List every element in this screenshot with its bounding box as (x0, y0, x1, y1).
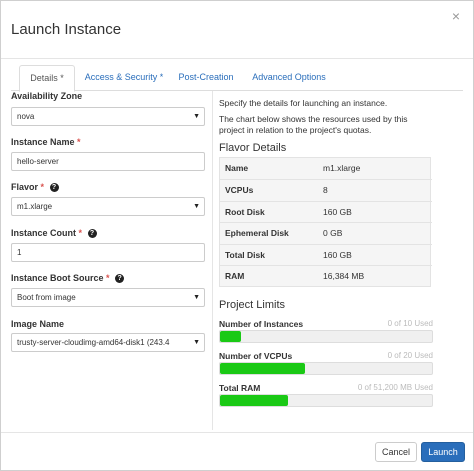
progress-bar (219, 330, 433, 343)
limit-label: Total RAM (219, 383, 261, 393)
boot-source-value: Boot from image (17, 293, 76, 302)
modal-title: Launch Instance (11, 21, 122, 38)
tab-details[interactable]: Details * (19, 65, 75, 92)
launch-instance-modal: Launch Instance × Details * Access & Sec… (0, 0, 474, 471)
progress-bar (219, 362, 433, 375)
image-name-value: trusty-server-cloudimg-amd64-disk1 (243.… (17, 338, 170, 347)
instance-count-label-text: Instance Count (11, 228, 77, 238)
boot-source-select[interactable]: Boot from image ▼ (11, 288, 205, 307)
flavor-value: 160 GB (323, 250, 352, 260)
tab-advanced-options[interactable]: Advanced Options (245, 65, 333, 91)
limit-ram: Total RAM 0 of 51,200 MB Used (219, 383, 433, 413)
flavor-value: 16,384 MB (323, 271, 365, 281)
limit-instances: Number of Instances 0 of 10 Used (219, 319, 433, 349)
flavor-label-text: Flavor (11, 182, 39, 192)
flavor-details-title: Flavor Details (219, 142, 287, 154)
instance-count-input[interactable]: 1 (11, 243, 205, 262)
limit-vcpus: Number of VCPUs 0 of 20 Used (219, 351, 433, 381)
tab-post-creation[interactable]: Post-Creation (173, 65, 239, 91)
flavor-value: 0 GB (323, 228, 343, 238)
progress-bar (219, 394, 433, 407)
project-limits-title: Project Limits (219, 299, 286, 311)
required-marker: * (106, 273, 110, 283)
required-marker: * (78, 228, 83, 238)
instance-name-label: Instance Name * (11, 137, 81, 147)
chevron-down-icon: ▼ (193, 203, 200, 210)
flavor-details-table: Name m1.xlarge VCPUs 8 Root Disk 160 GB … (219, 157, 432, 287)
table-row: VCPUs 8 (220, 179, 432, 200)
boot-source-label-text: Instance Boot Source (11, 273, 104, 283)
required-marker: * (77, 137, 81, 147)
instance-name-label-text: Instance Name (11, 137, 75, 147)
image-name-select[interactable]: trusty-server-cloudimg-amd64-disk1 (243.… (11, 333, 205, 352)
availability-zone-label: Availability Zone (11, 91, 83, 101)
boot-source-label: Instance Boot Source * ? (11, 273, 125, 284)
table-row: Name m1.xlarge (220, 158, 432, 179)
cancel-button[interactable]: Cancel (375, 442, 417, 462)
flavor-label: Flavor * ? (11, 182, 59, 193)
intro-text: Specify the details for launching an ins… (219, 98, 388, 108)
instance-name-input[interactable]: hello-server (11, 152, 205, 171)
limit-label: Number of Instances (219, 319, 304, 329)
flavor-key: Root Disk (225, 207, 265, 217)
progress-bar-fill (220, 363, 305, 374)
flavor-value: m1.xlarge (323, 163, 361, 173)
limit-used-text: 0 of 51,200 MB Used (357, 383, 433, 392)
help-icon[interactable]: ? (49, 183, 59, 193)
flavor-key: Name (225, 163, 249, 173)
flavor-key: RAM (225, 271, 245, 281)
chevron-down-icon: ▼ (193, 339, 200, 346)
flavor-value: 160 GB (323, 207, 352, 217)
limit-used-text: 0 of 20 Used (387, 351, 433, 360)
tab-access-security[interactable]: Access & Security * (79, 65, 169, 91)
progress-bar-fill (220, 395, 288, 406)
table-row: Total Disk 160 GB (220, 244, 432, 265)
availability-zone-select[interactable]: nova ▼ (11, 107, 205, 126)
modal-header: Launch Instance × (1, 1, 473, 59)
chart-note-text: The chart below shows the resources used… (219, 114, 408, 135)
limit-label: Number of VCPUs (219, 351, 293, 361)
image-name-label: Image Name (11, 319, 65, 329)
chevron-down-icon: ▼ (193, 113, 200, 120)
required-marker: * (40, 182, 45, 192)
help-icon[interactable]: ? (115, 274, 125, 284)
flavor-value: m1.xlarge (17, 202, 53, 211)
instance-count-label: Instance Count * ? (11, 228, 97, 239)
table-row: Ephemeral Disk 0 GB (220, 222, 432, 243)
table-row: RAM 16,384 MB (220, 265, 432, 286)
limit-used-text: 0 of 10 Used (387, 319, 433, 328)
flavor-key: VCPUs (225, 185, 254, 195)
help-icon[interactable]: ? (87, 229, 97, 239)
chevron-down-icon: ▼ (193, 294, 200, 301)
launch-button[interactable]: Launch (421, 442, 465, 462)
instance-count-value: 1 (17, 248, 22, 257)
info-panel: Specify the details for launching an ins… (212, 91, 438, 430)
tab-bar: Details * Access & Security * Post-Creat… (11, 65, 463, 92)
flavor-select[interactable]: m1.xlarge ▼ (11, 197, 205, 216)
close-icon[interactable]: × (449, 9, 463, 23)
flavor-key: Ephemeral Disk (225, 228, 289, 238)
modal-footer: Cancel Launch (1, 432, 473, 470)
flavor-value: 8 (323, 185, 328, 195)
availability-zone-value: nova (17, 112, 35, 121)
progress-bar-fill (220, 331, 242, 342)
table-row: Root Disk 160 GB (220, 201, 432, 222)
flavor-key: Total Disk (225, 250, 265, 260)
instance-name-value: hello-server (17, 157, 59, 166)
